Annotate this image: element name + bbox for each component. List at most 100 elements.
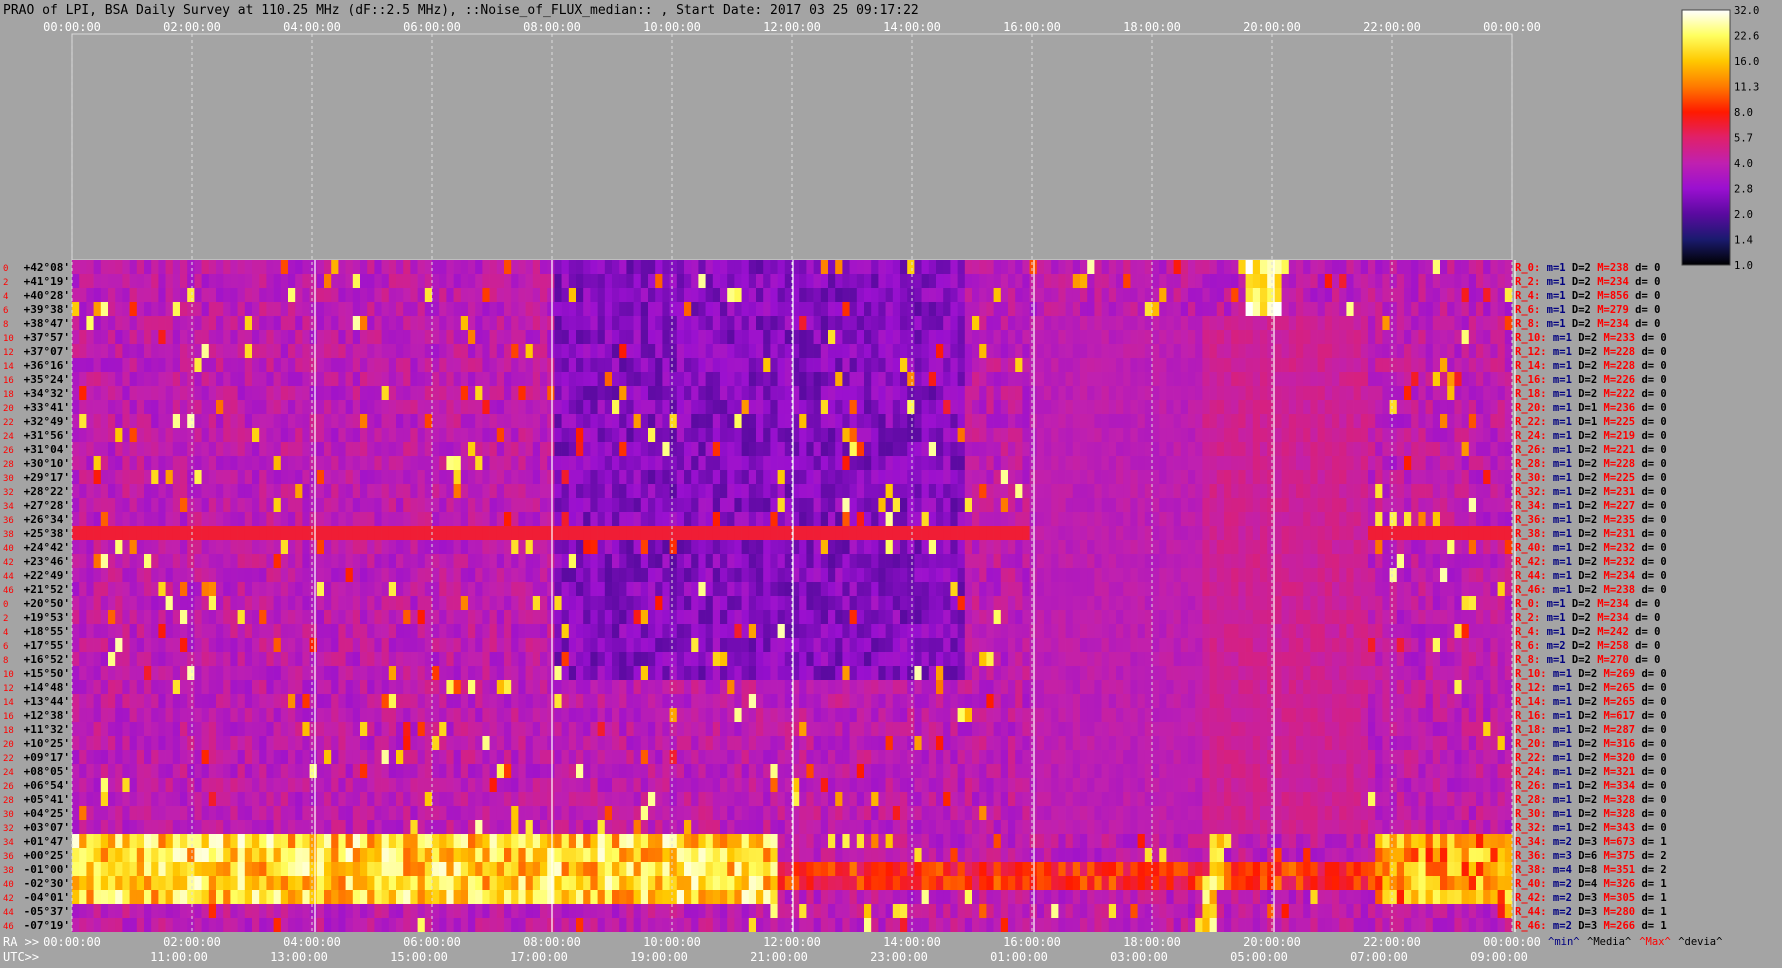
heatmap-cell (900, 386, 908, 400)
heatmap-cell (165, 470, 174, 484)
heatmap-cell (640, 288, 649, 302)
heatmap-cell (158, 302, 166, 316)
heatmap-cell (324, 316, 332, 330)
heatmap-cell (1173, 582, 1182, 596)
heatmap-cell (1209, 260, 1218, 274)
heatmap-cell (1116, 316, 1124, 330)
heatmap-cell (93, 428, 102, 442)
heatmap-cell (684, 498, 692, 512)
heatmap-cell (482, 582, 490, 596)
heatmap-cell (1087, 596, 1095, 610)
heatmap-cell (1303, 274, 1311, 288)
heatmap-cell (122, 596, 130, 610)
heatmap-cell (511, 330, 519, 344)
heatmap-cell (1166, 540, 1174, 554)
heatmap-cell (1188, 568, 1196, 582)
heatmap-cell (424, 582, 433, 596)
heatmap-cell (1425, 386, 1434, 400)
heatmap-cell (856, 428, 865, 442)
heatmap-cell (72, 512, 80, 526)
heatmap-cell (1461, 288, 1470, 302)
heatmap-cell (1303, 456, 1311, 470)
heatmap-cell (957, 428, 966, 442)
heatmap-cell (1260, 540, 1268, 554)
heatmap-cell (547, 386, 555, 400)
heatmap-cell (475, 582, 483, 596)
heatmap-cell (1116, 400, 1124, 414)
heatmap-cell (158, 526, 166, 540)
heatmap-cell (1015, 442, 1023, 456)
heatmap-cell (1418, 288, 1426, 302)
heatmap-cell (1490, 344, 1498, 358)
heatmap-cell (1000, 540, 1009, 554)
heatmap-cell (468, 582, 476, 596)
heatmap-cell (324, 470, 332, 484)
heatmap-cell (619, 316, 627, 330)
heatmap-cell (259, 540, 267, 554)
heatmap-cell (460, 260, 469, 274)
heatmap-cell (1461, 400, 1470, 414)
heatmap-cell (172, 302, 181, 316)
heatmap-cell (662, 400, 670, 414)
heatmap-cell (187, 582, 195, 596)
heatmap-cell (597, 400, 606, 414)
heatmap-cell (1504, 554, 1513, 568)
heatmap-cell (532, 386, 541, 400)
heatmap-cell (1209, 372, 1218, 386)
heatmap-cell (705, 582, 714, 596)
heatmap-cell (777, 484, 786, 498)
heatmap-cell (900, 316, 908, 330)
heatmap-cell (172, 428, 181, 442)
heatmap-cell (1245, 386, 1254, 400)
heatmap-cell (1195, 540, 1203, 554)
heatmap-cell (633, 456, 642, 470)
heatmap-cell (1353, 344, 1362, 358)
heatmap-cell (597, 428, 606, 442)
heatmap-cell (1087, 288, 1095, 302)
heatmap-cell (1382, 344, 1390, 358)
heatmap-cell (475, 358, 483, 372)
heatmap-cell (482, 344, 490, 358)
heatmap-cell (993, 260, 1002, 274)
heatmap-cell (1144, 330, 1153, 344)
heatmap-cell (122, 568, 130, 582)
heatmap-cell (1490, 442, 1498, 456)
heatmap-cell (1360, 568, 1369, 582)
heatmap-cell (648, 358, 656, 372)
heatmap-cell (1188, 470, 1196, 484)
heatmap-cell (957, 568, 966, 582)
heatmap-cell (1440, 428, 1448, 442)
heatmap-cell (1137, 470, 1146, 484)
heatmap-cell (1281, 372, 1290, 386)
heatmap-cell (777, 372, 786, 386)
heatmap-cell (727, 512, 735, 526)
heatmap-cell (1317, 260, 1326, 274)
heatmap-cell (158, 316, 166, 330)
heatmap-cell (489, 456, 498, 470)
heatmap-cell (1224, 498, 1232, 512)
heatmap-cell (460, 344, 469, 358)
heatmap-cell (820, 498, 829, 512)
heatmap-cell (1252, 540, 1261, 554)
heatmap-cell (1216, 302, 1225, 316)
heatmap-cell (1144, 400, 1153, 414)
heatmap-cell (388, 512, 397, 526)
heatmap-cell (1123, 386, 1131, 400)
heatmap-cell (1137, 302, 1146, 316)
heatmap-cell (1065, 274, 1074, 288)
heatmap-cell (727, 582, 735, 596)
heatmap-cell (144, 582, 152, 596)
heatmap-cell (1468, 400, 1477, 414)
heatmap-cell (842, 596, 850, 610)
heatmap-cell (763, 498, 771, 512)
heatmap-cell (79, 470, 87, 484)
heatmap-cell (1008, 470, 1016, 484)
heatmap-cell (705, 344, 714, 358)
heatmap-cell (381, 372, 390, 386)
heatmap-cell (1317, 428, 1326, 442)
heatmap-cell (172, 582, 181, 596)
heatmap-cell (1224, 414, 1232, 428)
heatmap-cell (230, 582, 238, 596)
heatmap-cell (1490, 330, 1498, 344)
heatmap-cell (1339, 512, 1347, 526)
